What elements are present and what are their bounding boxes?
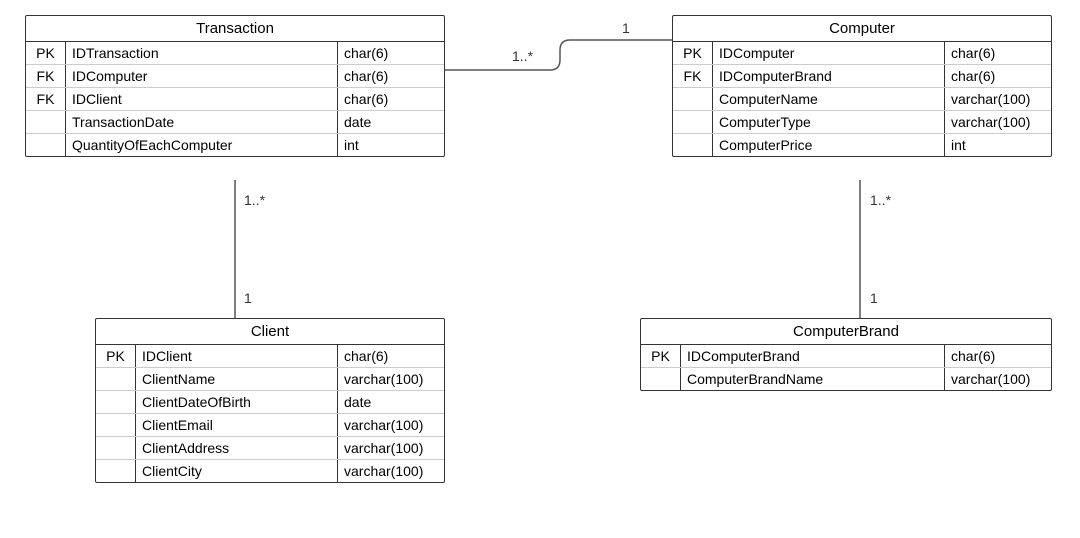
- attr-row: ClientNamevarchar(100): [96, 368, 444, 391]
- attr-rows: PKIDComputerchar(6) FKIDComputerBrandcha…: [673, 42, 1051, 156]
- entity-title: Transaction: [26, 16, 444, 42]
- entity-title: Client: [96, 319, 444, 345]
- attr-row: ComputerNamevarchar(100): [673, 88, 1051, 111]
- cardinality-label: 1: [868, 290, 880, 306]
- attr-row: PKIDComputerchar(6): [673, 42, 1051, 65]
- attr-row: PKIDClientchar(6): [96, 345, 444, 368]
- entity-title: Computer: [673, 16, 1051, 42]
- cardinality-label: 1..*: [510, 48, 535, 64]
- attr-rows: PKIDTransactionchar(6) FKIDComputerchar(…: [26, 42, 444, 156]
- attr-row: FKIDClientchar(6): [26, 88, 444, 111]
- entity-computer: Computer PKIDComputerchar(6) FKIDCompute…: [672, 15, 1052, 157]
- entity-title: ComputerBrand: [641, 319, 1051, 345]
- attr-row: ClientDateOfBirthdate: [96, 391, 444, 414]
- cardinality-label: 1..*: [242, 192, 267, 208]
- attr-row: PKIDTransactionchar(6): [26, 42, 444, 65]
- attr-row: ComputerBrandNamevarchar(100): [641, 368, 1051, 390]
- attr-row: QuantityOfEachComputerint: [26, 134, 444, 156]
- cardinality-label: 1: [620, 20, 632, 36]
- attr-rows: PKIDComputerBrandchar(6) ComputerBrandNa…: [641, 345, 1051, 390]
- attr-rows: PKIDClientchar(6) ClientNamevarchar(100)…: [96, 345, 444, 482]
- attr-row: ComputerTypevarchar(100): [673, 111, 1051, 134]
- attr-row: ComputerPriceint: [673, 134, 1051, 156]
- attr-row: FKIDComputerchar(6): [26, 65, 444, 88]
- entity-computerbrand: ComputerBrand PKIDComputerBrandchar(6) C…: [640, 318, 1052, 391]
- attr-row: ClientEmailvarchar(100): [96, 414, 444, 437]
- entity-transaction: Transaction PKIDTransactionchar(6) FKIDC…: [25, 15, 445, 157]
- attr-row: ClientCityvarchar(100): [96, 460, 444, 482]
- attr-row: PKIDComputerBrandchar(6): [641, 345, 1051, 368]
- cardinality-label: 1..*: [868, 192, 893, 208]
- attr-row: TransactionDatedate: [26, 111, 444, 134]
- attr-row: FKIDComputerBrandchar(6): [673, 65, 1051, 88]
- entity-client: Client PKIDClientchar(6) ClientNamevarch…: [95, 318, 445, 483]
- attr-row: ClientAddressvarchar(100): [96, 437, 444, 460]
- cardinality-label: 1: [242, 290, 254, 306]
